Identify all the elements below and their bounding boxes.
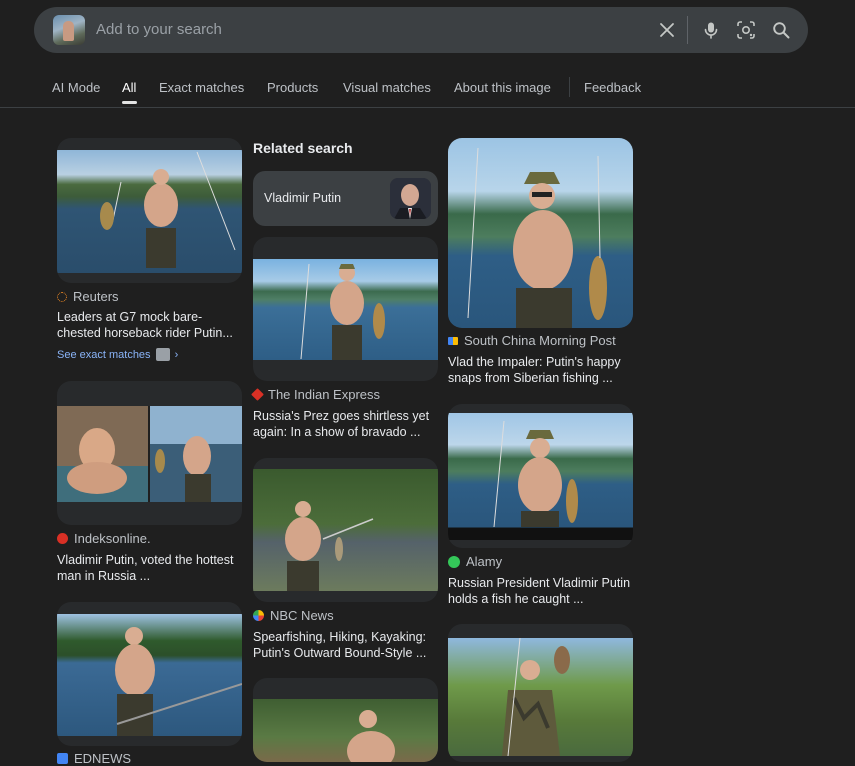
result-image-art [100, 151, 236, 268]
result-title-reuters[interactable]: Leaders at G7 mock bare-chested horsebac… [57, 309, 243, 341]
result-image[interactable] [253, 699, 438, 762]
lens-camera-icon[interactable] [735, 19, 757, 41]
source-nbc-news[interactable]: NBC News [253, 608, 334, 623]
result-title-nbc-news[interactable]: Spearfishing, Hiking, Kayaking: Putin's … [253, 629, 439, 661]
search-icon[interactable] [770, 19, 792, 41]
result-image[interactable] [253, 259, 438, 360]
result-card-column3-bottom[interactable] [448, 624, 633, 762]
tab-products[interactable]: Products [267, 80, 318, 95]
tab-all[interactable]: All [122, 80, 136, 95]
result-card-ednews[interactable] [57, 602, 242, 746]
source-label: Indeksonline. [74, 531, 151, 546]
result-image-art [115, 627, 242, 736]
result-title-indian-express[interactable]: Russia's Prez goes shirtless yet again: … [253, 408, 439, 440]
search-bar[interactable]: Add to your search [34, 7, 808, 53]
related-search-heading: Related search [253, 140, 353, 156]
indeksonline-favicon-icon [57, 533, 68, 544]
result-image-art [467, 147, 607, 328]
source-ednews[interactable]: EDNEWS [57, 751, 131, 766]
reuters-favicon-icon [57, 291, 67, 302]
result-image-art [502, 638, 570, 756]
source-label: NBC News [270, 608, 334, 623]
source-alamy[interactable]: Alamy [448, 554, 502, 569]
source-label: The Indian Express [268, 387, 381, 402]
result-image-art [57, 406, 242, 502]
tab-bar: AI Mode All Exact matches Products Visua… [0, 64, 855, 108]
microphone-icon[interactable] [700, 19, 722, 41]
source-reuters[interactable]: Reuters [57, 289, 119, 304]
result-image-art [347, 710, 395, 762]
related-search-thumbnail [390, 178, 431, 219]
source-label: EDNEWS [74, 751, 132, 766]
ednews-favicon-icon [57, 753, 68, 764]
result-image[interactable] [448, 413, 633, 540]
result-card-indian-express[interactable] [253, 237, 438, 381]
source-label: South China Morning Post [464, 333, 616, 348]
source-label: Alamy [466, 554, 503, 569]
result-card-column2-bottom[interactable] [253, 678, 438, 762]
result-image-art [285, 501, 374, 591]
result-image[interactable] [57, 614, 242, 736]
close-icon[interactable] [656, 19, 678, 41]
result-card-nbc-news[interactable] [253, 458, 438, 602]
see-exact-matches-link[interactable]: See exact matches › [57, 348, 178, 361]
scmp-favicon-icon [448, 336, 458, 345]
exact-match-thumbnail [155, 348, 170, 361]
query-image-thumbnail[interactable] [53, 15, 85, 45]
result-image[interactable] [448, 638, 633, 756]
tab-about-this-image[interactable]: About this image [454, 80, 551, 95]
result-title-scmp[interactable]: Vlad the Impaler: Putin's happy snaps fr… [448, 354, 634, 386]
result-card-indeksonline[interactable] [57, 381, 242, 525]
source-indian-express[interactable]: The Indian Express [251, 387, 381, 402]
chevron-right-icon: › [174, 348, 179, 361]
tab-divider [569, 77, 570, 97]
result-title-indeksonline[interactable]: Vladimir Putin, voted the hottest man in… [57, 552, 243, 584]
source-label: Reuters [73, 289, 119, 304]
source-scmp[interactable]: South China Morning Post [448, 333, 616, 348]
nbc-peacock-icon [253, 610, 264, 621]
tab-feedback[interactable]: Feedback [584, 80, 641, 95]
tab-visual-matches[interactable]: Visual matches [343, 80, 431, 95]
source-indeksonline[interactable]: Indeksonline. [57, 531, 151, 546]
result-image[interactable] [253, 469, 438, 591]
search-divider [687, 16, 688, 44]
tab-exact-matches[interactable]: Exact matches [159, 80, 244, 95]
result-image[interactable] [57, 406, 242, 502]
related-search-label: Vladimir Putin [264, 191, 342, 205]
alamy-favicon-icon [448, 555, 460, 568]
indian-express-favicon-icon [251, 388, 264, 401]
tab-ai-mode[interactable]: AI Mode [52, 80, 100, 95]
result-card-reuters[interactable] [57, 138, 242, 283]
result-image-art [300, 263, 385, 360]
result-image-art [493, 420, 578, 528]
result-image[interactable] [448, 138, 633, 328]
result-card-scmp[interactable] [448, 138, 633, 328]
search-input[interactable]: Add to your search [96, 21, 222, 38]
result-card-alamy[interactable] [448, 404, 633, 548]
result-title-alamy[interactable]: Russian President Vladimir Putin holds a… [448, 575, 634, 607]
see-exact-matches-label: See exact matches [57, 348, 151, 361]
result-image[interactable] [57, 150, 242, 273]
related-search-chip[interactable]: Vladimir Putin [253, 171, 438, 226]
active-tab-indicator [122, 101, 137, 104]
